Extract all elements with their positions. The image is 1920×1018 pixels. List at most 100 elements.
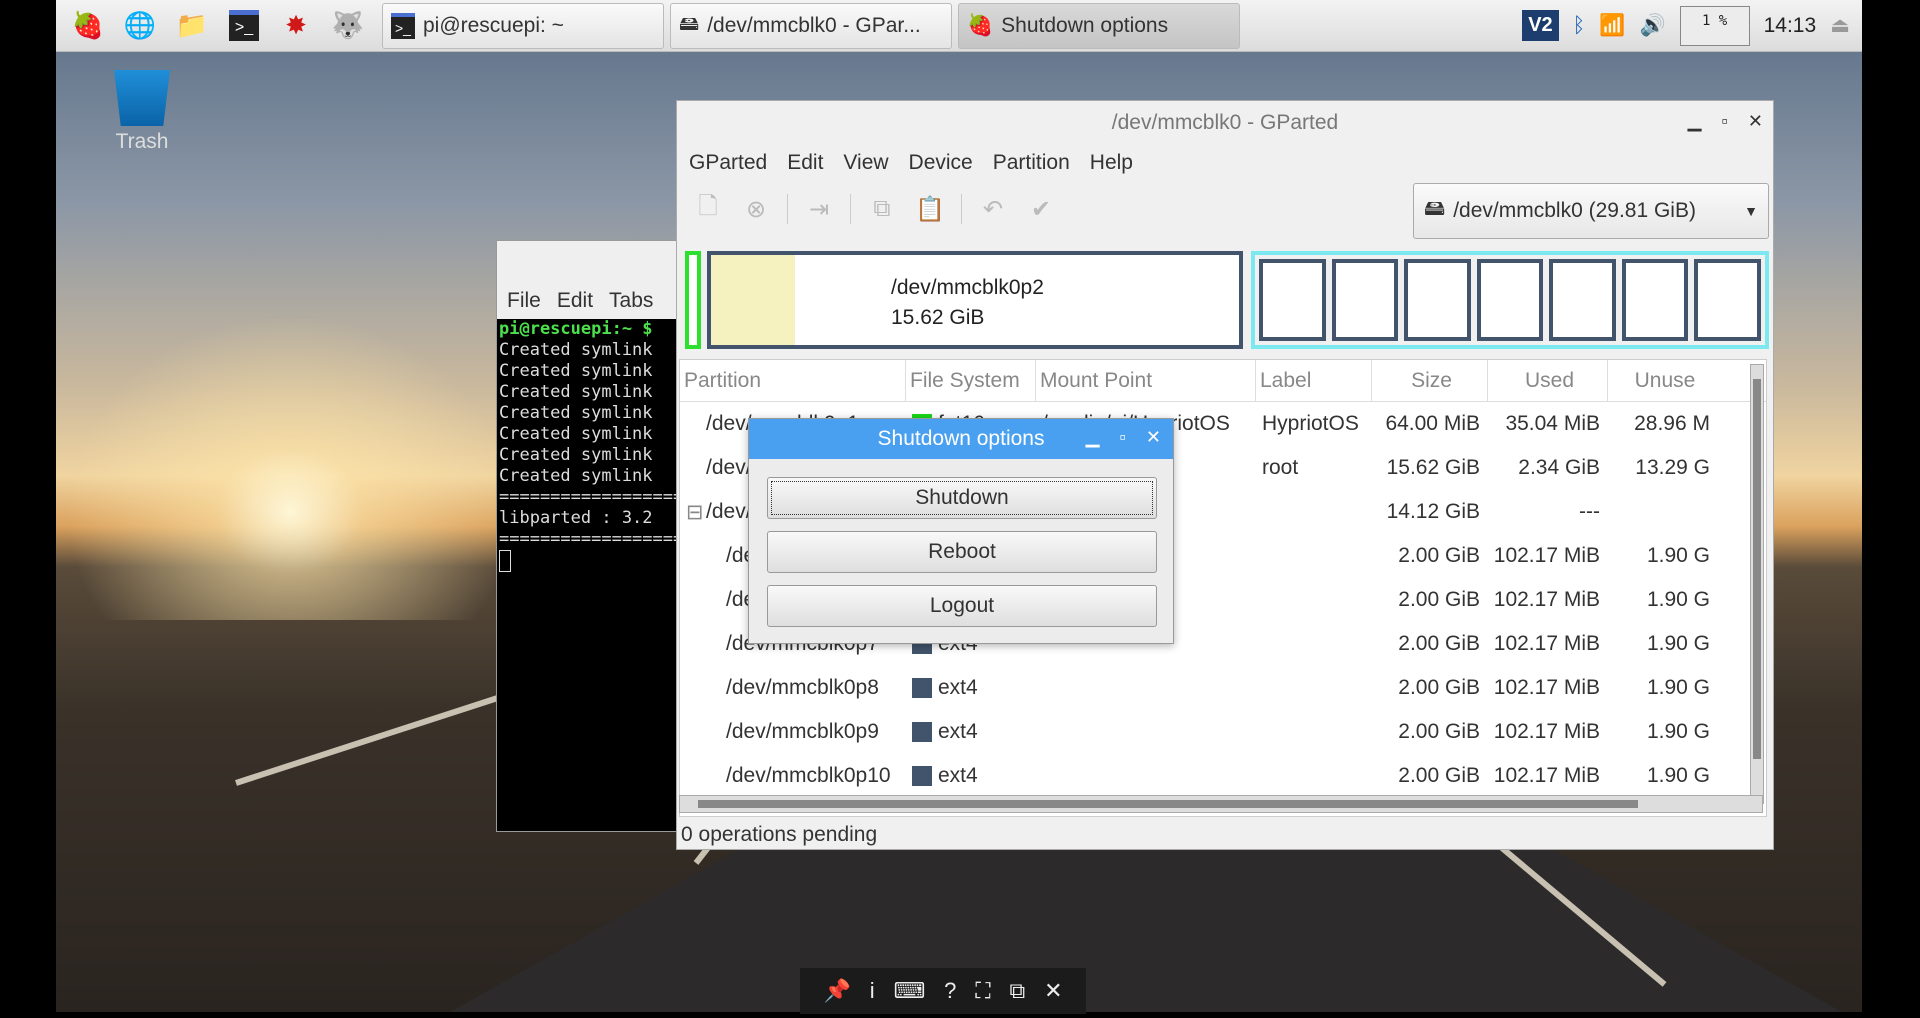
terminal-window[interactable]: File Edit Tabs pi@rescuepi:~ $ Created sy…: [496, 240, 796, 832]
menu-edit[interactable]: Edit: [787, 151, 823, 175]
dialog-title: Shutdown options: [877, 427, 1045, 450]
close-icon[interactable]: ✕: [1044, 978, 1062, 1004]
fs-label: ext4: [938, 764, 978, 787]
desktop-trash[interactable]: Trash: [106, 70, 178, 154]
terminal-menubar: File Edit Tabs: [497, 241, 679, 319]
expander-icon[interactable]: ⊟: [686, 500, 704, 525]
disk-icon: 🖴: [679, 12, 700, 35]
paste-icon[interactable]: 📋: [913, 192, 947, 226]
menu-gparted[interactable]: GParted: [689, 151, 767, 175]
task-terminal[interactable]: >_ pi@rescuepi: ~: [382, 2, 664, 49]
cell-used: 102.17 MiB: [1493, 764, 1600, 787]
clock[interactable]: 14:13: [1764, 14, 1817, 38]
raspberry-menu-icon[interactable]: 🍓: [68, 6, 108, 46]
reboot-button[interactable]: Reboot: [767, 531, 1157, 573]
menu-help[interactable]: Help: [1090, 151, 1133, 175]
maximize-icon[interactable]: ▫: [1120, 427, 1126, 448]
minimize-icon[interactable]: ▁: [1086, 427, 1100, 448]
column-size[interactable]: Size: [1372, 360, 1488, 401]
trash-label: Trash: [115, 130, 169, 153]
delete-partition-icon[interactable]: ⊗: [739, 192, 773, 226]
partition-block-p1[interactable]: [685, 251, 701, 349]
shutdown-button[interactable]: Shutdown: [767, 477, 1157, 519]
table-row[interactable]: /dev/mmcblk0p8 ext4 2.00 GiB 102.17 MiB 1.90…: [680, 666, 1766, 710]
undo-icon[interactable]: ↶: [976, 192, 1010, 226]
menu-tabs[interactable]: Tabs: [609, 289, 653, 313]
menu-device[interactable]: Device: [909, 151, 973, 175]
disk-icon: 🖴: [1424, 196, 1446, 220]
bluetooth-icon[interactable]: ᛒ: [1573, 14, 1586, 38]
horizontal-scrollbar[interactable]: [679, 795, 1763, 813]
menu-view[interactable]: View: [843, 151, 888, 175]
copy-icon[interactable]: ⧉: [865, 192, 899, 226]
task-label: Shutdown options: [1001, 13, 1169, 37]
cell-used: 2.34 GiB: [1518, 456, 1600, 479]
close-icon[interactable]: ✕: [1748, 111, 1763, 132]
maximize-icon[interactable]: ▫: [1722, 111, 1728, 132]
column-unused[interactable]: Unuse: [1608, 360, 1718, 401]
column-label[interactable]: Label: [1256, 360, 1372, 401]
column-partition[interactable]: Partition: [680, 360, 906, 401]
menu-edit[interactable]: Edit: [557, 289, 593, 313]
partition-block-logical[interactable]: [1404, 259, 1471, 341]
vertical-scrollbar[interactable]: [1750, 364, 1764, 804]
partition-block-logical[interactable]: [1331, 259, 1399, 341]
cell-unused: 28.96 M: [1634, 412, 1710, 435]
partition-block-logical[interactable]: [1549, 259, 1616, 341]
info-icon[interactable]: i: [870, 978, 875, 1004]
terminal-icon: >_: [391, 12, 415, 39]
terminal-icon[interactable]: >_: [224, 6, 264, 46]
minimize-icon[interactable]: ▁: [1688, 111, 1702, 132]
partition-block-logical[interactable]: [1476, 259, 1544, 341]
cell-used: ---: [1579, 500, 1600, 523]
file-manager-icon[interactable]: 📁: [172, 6, 212, 46]
keyboard-icon[interactable]: ⌨: [893, 978, 925, 1004]
cell-unused: 1.90 G: [1646, 764, 1710, 787]
resize-move-icon[interactable]: ⇥: [802, 192, 836, 226]
vnc-icon[interactable]: V2: [1522, 10, 1559, 41]
help-icon[interactable]: ?: [944, 978, 956, 1004]
table-row[interactable]: /dev/mmcblk0p9 ext4 2.00 GiB 102.17 MiB 1.90…: [680, 710, 1766, 754]
column-used[interactable]: Used: [1488, 360, 1608, 401]
gparted-titlebar[interactable]: /dev/mmcblk0 - GParted ▁ ▫ ✕: [677, 101, 1773, 145]
column-file-system[interactable]: File System: [906, 360, 1036, 401]
partition-block-logical[interactable]: [1621, 259, 1689, 341]
gparted-menubar: GParted Edit View Device Partition Help: [677, 145, 1773, 181]
scrollbar-thumb[interactable]: [698, 800, 1638, 808]
wolfram-icon[interactable]: 🐺: [328, 6, 368, 46]
cell-label: HypriotOS: [1262, 412, 1359, 435]
menu-partition[interactable]: Partition: [993, 151, 1070, 175]
table-row[interactable]: /dev/mmcblk0p10 ext4 2.00 GiB 102.17 MiB 1.9…: [680, 754, 1766, 798]
web-browser-icon[interactable]: 🌐: [120, 6, 160, 46]
eject-icon[interactable]: ⏏: [1830, 13, 1850, 38]
close-icon[interactable]: ✕: [1146, 427, 1161, 448]
partition-block-p2[interactable]: /dev/mmcblk0p2 15.62 GiB: [707, 251, 1243, 349]
pin-icon[interactable]: 📌: [823, 978, 850, 1004]
dialog-titlebar[interactable]: Shutdown options ▁ ▫ ✕: [749, 419, 1173, 459]
apply-icon[interactable]: ✔: [1024, 192, 1058, 226]
partition-block-logical[interactable]: [1694, 259, 1762, 341]
menu-file[interactable]: File: [507, 289, 541, 313]
cell-size: 14.12 GiB: [1386, 500, 1480, 523]
cell-size: 15.62 GiB: [1386, 456, 1480, 479]
partition-block-logical[interactable]: [1259, 259, 1326, 341]
toolbar-separator: [961, 194, 962, 224]
logout-button[interactable]: Logout: [767, 585, 1157, 627]
device-selector[interactable]: 🖴 /dev/mmcblk0 (29.81 GiB) ▼: [1413, 183, 1769, 239]
volume-icon[interactable]: 🔊: [1639, 14, 1665, 38]
task-gparted[interactable]: 🖴 /dev/mmcblk0 - GPar...: [670, 2, 952, 49]
partition-block-extended[interactable]: [1251, 251, 1769, 349]
new-partition-icon[interactable]: 🗋: [691, 192, 725, 226]
fullscreen-icon[interactable]: ⛶: [975, 978, 990, 1004]
task-shutdown-options[interactable]: 🍓 Shutdown options: [958, 2, 1240, 49]
mathematica-icon[interactable]: ✸: [276, 6, 316, 46]
terminal-output[interactable]: pi@rescuepi:~ $ Created symlink Created sy…: [497, 319, 796, 578]
scrollbar-thumb[interactable]: [1753, 379, 1761, 759]
cell-label: root: [1262, 456, 1299, 479]
toolbar-separator: [850, 194, 851, 224]
scale-icon[interactable]: ⧉: [1010, 978, 1026, 1004]
wifi-icon[interactable]: 📶: [1599, 14, 1625, 38]
terminal-line: Created symlink: [499, 466, 653, 486]
column-mount-point[interactable]: Mount Point: [1036, 360, 1256, 401]
cpu-monitor[interactable]: 1 %: [1679, 5, 1750, 46]
